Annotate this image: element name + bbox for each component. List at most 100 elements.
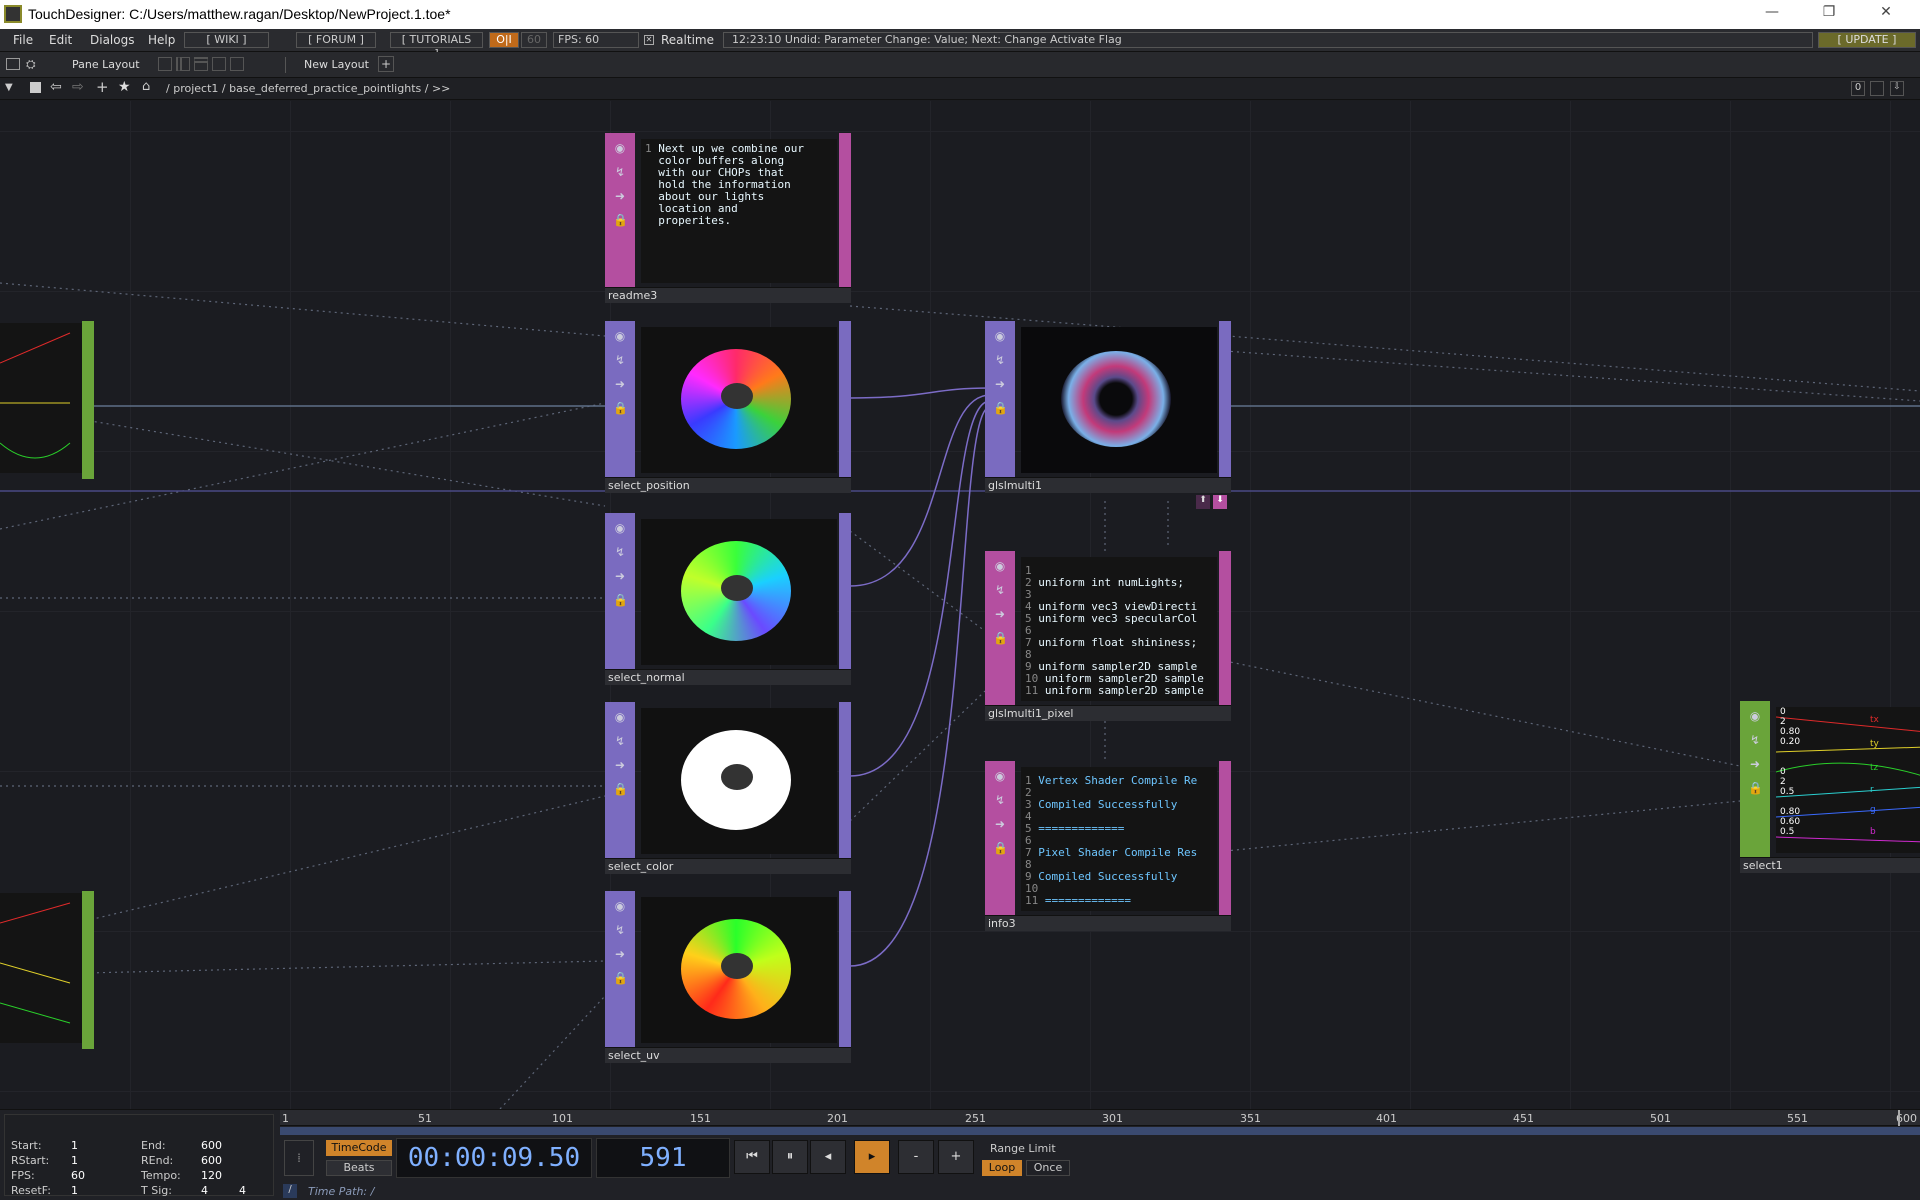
end-value[interactable]: 600 xyxy=(201,1139,222,1152)
export-icon[interactable]: ➜ xyxy=(613,947,627,961)
viewer-count[interactable]: 0 xyxy=(1851,81,1865,96)
export-icon[interactable]: ➜ xyxy=(613,569,627,583)
time-path-slash[interactable]: / xyxy=(283,1184,297,1198)
node-output-flag[interactable] xyxy=(1219,321,1231,479)
bypass-icon[interactable]: ↯ xyxy=(613,353,627,367)
tempo-value[interactable]: 120 xyxy=(201,1169,222,1182)
wiki-button[interactable]: [ WIKI ] xyxy=(184,32,269,48)
network-editor[interactable]: ◉ ↯ ➜ 🔒 1 Next up we combine our color buff… xyxy=(0,101,1920,1109)
pane-type-icon[interactable] xyxy=(6,58,20,70)
docked-down-icon[interactable]: ⬇ xyxy=(1213,495,1227,509)
node-output-flag[interactable] xyxy=(839,321,851,479)
node-name[interactable]: select_color xyxy=(605,858,851,874)
node-output-flag[interactable] xyxy=(839,891,851,1049)
tsig-a-value[interactable]: 4 xyxy=(201,1184,208,1197)
node-name[interactable]: glslmulti1_pixel xyxy=(985,705,1231,721)
viewer-icon[interactable]: ◉ xyxy=(993,769,1007,783)
lock-icon[interactable]: 🔒 xyxy=(993,841,1008,855)
forum-button[interactable]: [ FORUM ] xyxy=(296,32,376,48)
bypass-icon[interactable]: ↯ xyxy=(613,923,627,937)
node-name[interactable]: glslmulti1 xyxy=(985,477,1231,493)
node-readme3[interactable]: ◉ ↯ ➜ 🔒 1 Next up we combine our color buff… xyxy=(605,133,851,303)
timeline-range-bar[interactable] xyxy=(280,1127,1920,1135)
menu-dialogs[interactable]: Dialogs xyxy=(90,33,134,47)
realtime-checkbox[interactable]: ✕ xyxy=(644,35,654,45)
node-name[interactable]: readme3 xyxy=(605,287,851,303)
stop-icon[interactable] xyxy=(30,82,41,93)
fps-value[interactable]: 60 xyxy=(71,1169,85,1182)
node-select-position[interactable]: ◉ ↯ ➜ 🔒 select_position xyxy=(605,321,851,493)
node-output-flag[interactable] xyxy=(839,133,851,289)
node-output-flag[interactable] xyxy=(839,513,851,671)
node-glslmulti1-pixel[interactable]: ◉ ↯ ➜ 🔒 1 2 uniform int numLights; 3 4 unif… xyxy=(985,551,1231,721)
playhead[interactable] xyxy=(1898,1110,1900,1126)
viewer-icon[interactable]: ◉ xyxy=(613,329,627,343)
bypass-icon[interactable]: ↯ xyxy=(993,793,1007,807)
layout-quad-icon[interactable] xyxy=(230,57,244,71)
node-info3[interactable]: ◉ ↯ ➜ 🔒 1 Vertex Shader Compile Re 2 3 Comp… xyxy=(985,761,1231,931)
menu-help[interactable]: Help xyxy=(148,33,175,47)
tutorials-button[interactable]: [ TUTORIALS ] xyxy=(390,32,483,60)
node-select-color[interactable]: ◉ ↯ ➜ 🔒 select_color xyxy=(605,702,851,874)
fps-cap-field[interactable]: 60 xyxy=(521,32,547,48)
once-toggle[interactable]: Once xyxy=(1026,1160,1070,1176)
timeline-handle-icon[interactable]: ⁞ xyxy=(284,1140,314,1176)
node-name[interactable]: select_uv xyxy=(605,1047,851,1063)
viewer-icon[interactable]: ◉ xyxy=(1748,709,1762,723)
start-value[interactable]: 1 xyxy=(71,1139,78,1152)
export-icon[interactable]: ➜ xyxy=(993,607,1007,621)
play-icon[interactable]: ▸ xyxy=(854,1140,890,1174)
node-output-flag[interactable] xyxy=(82,321,94,479)
bypass-icon[interactable]: ↯ xyxy=(993,353,1007,367)
export-icon[interactable]: ➜ xyxy=(1748,757,1762,771)
lock-icon[interactable]: 🔒 xyxy=(613,782,628,796)
maximize-button[interactable]: ❐ xyxy=(1814,4,1844,24)
node-output-flag[interactable] xyxy=(839,702,851,860)
add-layout-button[interactable]: + xyxy=(378,56,394,72)
breadcrumb-project[interactable]: project1 xyxy=(173,82,218,95)
pane-max-icon[interactable] xyxy=(1870,81,1884,96)
lock-icon[interactable]: 🔒 xyxy=(613,213,628,227)
node-output-flag[interactable] xyxy=(1219,761,1231,917)
lock-icon[interactable]: 🔒 xyxy=(993,631,1008,645)
timecode-toggle[interactable]: TimeCode xyxy=(326,1140,392,1156)
lock-icon[interactable]: 🔒 xyxy=(993,401,1008,415)
viewer-icon[interactable]: ◉ xyxy=(613,899,627,913)
export-icon[interactable]: ➜ xyxy=(993,817,1007,831)
breadcrumb-network[interactable]: base_deferred_practice_pointlights xyxy=(229,82,421,95)
tsig-b-value[interactable]: 4 xyxy=(239,1184,246,1197)
rstart-value[interactable]: 1 xyxy=(71,1154,78,1167)
pause-icon[interactable]: ⏸ xyxy=(772,1140,808,1174)
layout-single-icon[interactable] xyxy=(158,57,172,71)
lock-icon[interactable]: 🔒 xyxy=(613,401,628,415)
timeline-ruler[interactable]: 1 51 101 151 201 251 301 351 401 451 501… xyxy=(280,1110,1920,1126)
lock-icon[interactable]: 🔒 xyxy=(613,971,628,985)
slower-button[interactable]: - xyxy=(898,1140,934,1174)
add-icon[interactable]: + xyxy=(96,78,109,96)
node-glslmulti1[interactable]: ◉ ↯ ➜ 🔒 glslmulti1 xyxy=(985,321,1231,493)
layout-split-horizontal-icon[interactable] xyxy=(194,57,208,71)
export-icon[interactable]: ➜ xyxy=(613,377,627,391)
close-button[interactable]: ✕ xyxy=(1871,4,1901,24)
export-icon[interactable]: ➜ xyxy=(613,758,627,772)
bypass-icon[interactable]: ↯ xyxy=(613,734,627,748)
rewind-icon[interactable]: ⏮ xyxy=(734,1140,770,1174)
viewer-icon[interactable]: ◉ xyxy=(993,559,1007,573)
timecode-display[interactable]: 00:00:09.50 xyxy=(396,1138,592,1178)
node-name[interactable]: select_normal xyxy=(605,669,851,685)
home-icon[interactable]: ⌂ xyxy=(142,79,150,94)
node-output-flag[interactable] xyxy=(1219,551,1231,707)
beats-toggle[interactable]: Beats xyxy=(326,1160,392,1176)
bypass-icon[interactable]: ↯ xyxy=(613,165,627,179)
minimize-button[interactable]: — xyxy=(1757,4,1787,24)
node-chop-left-bottom[interactable] xyxy=(0,891,94,1063)
menu-edit[interactable]: Edit xyxy=(49,33,72,47)
viewer-icon[interactable]: ◉ xyxy=(613,710,627,724)
loop-toggle[interactable]: Loop xyxy=(982,1160,1022,1176)
perform-mode-button[interactable]: O|I xyxy=(489,32,519,48)
breadcrumb-root[interactable]: / xyxy=(166,82,170,95)
viewer-icon[interactable]: ◉ xyxy=(613,521,627,535)
menu-file[interactable]: File xyxy=(13,33,33,47)
node-name[interactable]: select1 xyxy=(1740,857,1920,873)
bypass-icon[interactable]: ↯ xyxy=(613,545,627,559)
